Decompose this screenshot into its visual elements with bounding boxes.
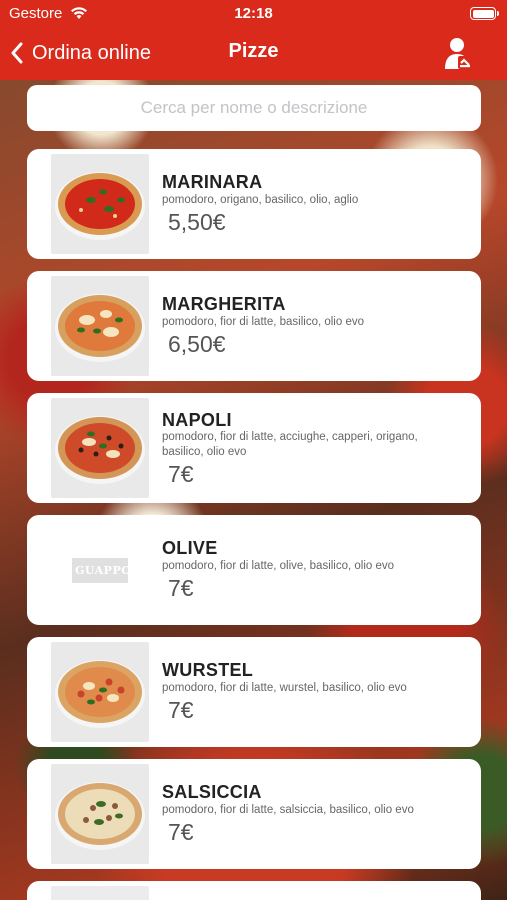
- back-label: Ordina online: [32, 41, 151, 64]
- item-price: 7€: [168, 575, 194, 601]
- item-price: 7€: [168, 819, 194, 845]
- pizza-margherita-image: [51, 276, 149, 376]
- item-name: MARINARA: [162, 172, 263, 192]
- item-name: SALSICCIA: [162, 782, 262, 802]
- back-button[interactable]: Ordina online: [10, 38, 151, 68]
- item-price: 6,50€: [168, 331, 226, 357]
- item-description: pomodoro, fior di latte, basilico, olio …: [162, 316, 364, 328]
- item-description: pomodoro, fior di latte, olive, basilico…: [162, 560, 395, 572]
- item-price: 5,50€: [168, 209, 226, 235]
- battery-icon: [470, 7, 499, 20]
- navigation-bar: Ordina online Pizze: [0, 28, 507, 80]
- status-bar: Gestore 12:18: [0, 0, 507, 28]
- item-price: 7€: [168, 697, 194, 723]
- logo: GUAPPO: [72, 557, 131, 583]
- item-price: 7€: [168, 461, 194, 487]
- item-description: pomodoro, fior di latte, acciughe, cappe…: [162, 431, 418, 458]
- item-description: pomodoro, origano, basilico, olio, aglio: [162, 194, 359, 206]
- pizza-wurstel-image: [51, 642, 149, 742]
- item-name: MARGHERITA: [162, 294, 286, 314]
- list-item[interactable]: WURSTEL pomodoro, fior di latte, wurstel…: [27, 637, 481, 747]
- list-item[interactable]: NAPOLI pomodoro, fior di latte, acciughe…: [27, 393, 481, 503]
- list-item[interactable]: MARGHERITA pomodoro, fior di latte, basi…: [27, 271, 481, 381]
- list-item[interactable]: MARINARA pomodoro, origano, basilico, ol…: [27, 149, 481, 259]
- list-item[interactable]: [27, 881, 481, 900]
- clock: 12:18: [234, 5, 273, 22]
- item-description: pomodoro, fior di latte, wurstel, basili…: [162, 682, 407, 694]
- list-item[interactable]: GUAPPO OLIVE pomodoro, fior di latte, ol…: [27, 515, 481, 625]
- item-name: NAPOLI: [162, 410, 232, 430]
- search-input[interactable]: [27, 85, 481, 131]
- chevron-left-icon: [11, 42, 23, 64]
- pizza-napoli-image: [51, 398, 149, 498]
- user-account-icon[interactable]: [443, 36, 475, 70]
- item-description: pomodoro, fior di latte, salsiccia, basi…: [162, 804, 414, 816]
- list-item[interactable]: SALSICCIA pomodoro, fior di latte, salsi…: [27, 759, 481, 869]
- item-name: OLIVE: [162, 538, 218, 558]
- placeholder-logo-image: GUAPPO: [51, 520, 149, 620]
- pizza-image: [51, 886, 149, 900]
- item-name: WURSTEL: [162, 660, 254, 680]
- pizza-salsiccia-image: [51, 764, 149, 864]
- pizza-marinara-image: [51, 154, 149, 254]
